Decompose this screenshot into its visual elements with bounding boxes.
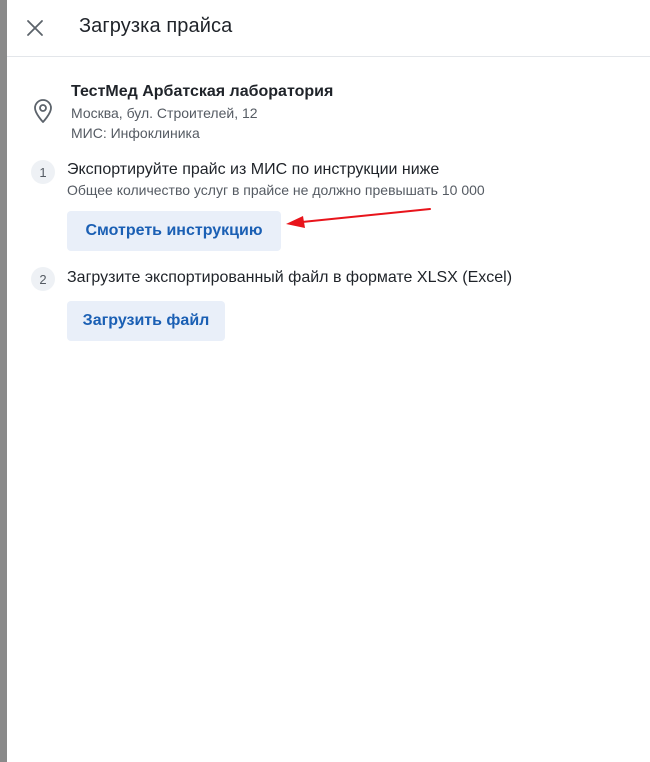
- clinic-info: ТестМед Арбатская лаборатория Москва, бу…: [7, 82, 650, 144]
- background-overlay-strip: [0, 0, 7, 762]
- clinic-name: ТестМед Арбатская лаборатория: [71, 83, 334, 100]
- close-icon: [27, 20, 43, 36]
- step-number-badge: 1: [31, 160, 55, 184]
- step-title: Загрузите экспортированный файл в формат…: [67, 269, 513, 286]
- step-hint: Общее количество услуг в прайсе не должн…: [67, 182, 485, 198]
- upload-file-button[interactable]: Загрузить файл: [67, 301, 225, 341]
- location-pin-icon: [32, 98, 54, 124]
- close-button[interactable]: [23, 16, 47, 40]
- clinic-address: Москва, бул. Строителей, 12: [71, 105, 258, 121]
- upload-price-panel: Загрузка прайса ТестМед Арбатская лабора…: [7, 0, 650, 762]
- step-upload: 2 Загрузите экспортированный файл в форм…: [7, 266, 650, 342]
- page-title: Загрузка прайса: [79, 15, 233, 37]
- view-instructions-button[interactable]: Смотреть инструкцию: [67, 211, 281, 251]
- step-title: Экспортируйте прайс из МИС по инструкции…: [67, 161, 440, 178]
- clinic-mis: МИС: Инфоклиника: [71, 125, 200, 141]
- panel-header: Загрузка прайса: [7, 0, 650, 57]
- step-number-badge: 2: [31, 267, 55, 291]
- step-export: 1 Экспортируйте прайс из МИС по инструкц…: [7, 158, 650, 254]
